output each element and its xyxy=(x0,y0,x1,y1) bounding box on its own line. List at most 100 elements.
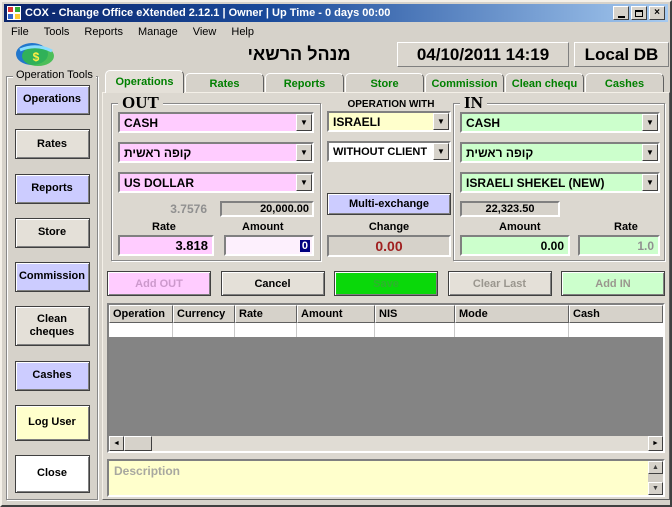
out-rate-input[interactable]: 3.818 xyxy=(118,235,214,256)
out-currency-select[interactable]: US DOLLAR ▼ xyxy=(118,172,314,193)
out-amount-input[interactable]: 0 xyxy=(224,235,314,256)
tab-commission[interactable]: Commission xyxy=(425,73,504,93)
multi-exchange-button[interactable]: Multi-exchange xyxy=(327,193,451,215)
table-empty-area xyxy=(109,337,663,436)
col-currency[interactable]: Currency xyxy=(173,305,235,323)
out-currency-value: US DOLLAR xyxy=(124,176,194,190)
operations-table: Operation Currency Rate Amount NIS Mode … xyxy=(107,303,665,453)
tab-clean-cheques[interactable]: Clean chequ xyxy=(505,73,584,93)
in-legend: IN xyxy=(460,93,487,113)
sidebar-clean-cheques-button[interactable]: Clean cheques xyxy=(15,306,90,346)
operation-tools-group: Operation Tools Operations Rates Reports… xyxy=(6,76,98,500)
chevron-down-icon[interactable]: ▼ xyxy=(296,114,312,131)
sidebar-store-button[interactable]: Store xyxy=(15,218,90,248)
app-window: COX - Change Office eXtended 2.12.1 | Ow… xyxy=(0,0,672,507)
in-amount-input[interactable]: 0.00 xyxy=(460,235,570,256)
clear-last-button[interactable]: Clear Last xyxy=(448,271,552,296)
chevron-down-icon[interactable]: ▼ xyxy=(642,174,658,191)
menu-help[interactable]: Help xyxy=(231,26,254,38)
nationality-select[interactable]: ISRAELI ▼ xyxy=(327,111,451,132)
save-button[interactable]: Save xyxy=(334,271,438,296)
sidebar-cashes-button[interactable]: Cashes xyxy=(15,361,90,391)
client-select[interactable]: WITHOUT CLIENT ▼ xyxy=(327,141,451,162)
out-base-rate: 3.7576 xyxy=(142,202,207,216)
col-cash[interactable]: Cash xyxy=(569,305,663,323)
scroll-left-icon[interactable]: ◄ xyxy=(109,436,124,451)
chevron-down-icon[interactable]: ▼ xyxy=(296,144,312,161)
in-type-select[interactable]: CASH ▼ xyxy=(460,112,660,133)
add-out-button[interactable]: Add OUT xyxy=(107,271,211,296)
db-status: Local DB xyxy=(574,42,669,67)
tab-operations[interactable]: Operations xyxy=(105,70,184,93)
tab-store[interactable]: Store xyxy=(345,73,424,93)
tab-rates[interactable]: Rates xyxy=(185,73,264,93)
out-balance-field: 20,000.00 xyxy=(220,201,314,217)
in-balance-field: 22,323.50 xyxy=(460,201,560,217)
menu-bar: File Tools Reports Manage View Help xyxy=(4,22,668,41)
sidebar-reports-button[interactable]: Reports xyxy=(15,174,90,204)
in-currency-select[interactable]: ISRAELI SHEKEL (NEW) ▼ xyxy=(460,172,660,193)
sidebar: Operations Rates Reports Store Commissio… xyxy=(15,85,89,493)
svg-text:$: $ xyxy=(33,50,40,64)
sidebar-rates-button[interactable]: Rates xyxy=(15,129,90,159)
chevron-down-icon[interactable]: ▼ xyxy=(433,113,449,130)
col-rate[interactable]: Rate xyxy=(235,305,297,323)
menu-reports[interactable]: Reports xyxy=(84,26,123,38)
sidebar-log-user-button[interactable]: Log User xyxy=(15,405,90,441)
table-header-row: Operation Currency Rate Amount NIS Mode … xyxy=(109,305,663,323)
in-register-value: קופה ראשית xyxy=(466,146,533,160)
close-window-button[interactable]: × xyxy=(649,6,665,20)
scroll-up-icon[interactable]: ▲ xyxy=(648,461,663,474)
menu-view[interactable]: View xyxy=(193,26,217,38)
sidebar-commission-button[interactable]: Commission xyxy=(15,262,90,292)
operations-panel: OUT CASH ▼ קופה ראשית ▼ US DOLLAR ▼ 3.75… xyxy=(102,92,670,500)
out-type-select[interactable]: CASH ▼ xyxy=(118,112,314,133)
tab-cashes[interactable]: Cashes xyxy=(585,73,664,93)
out-rate-label: Rate xyxy=(152,221,176,233)
description-box[interactable]: Description ▲ ▼ xyxy=(107,459,665,497)
col-nis[interactable]: NIS xyxy=(375,305,455,323)
sidebar-close-button[interactable]: Close xyxy=(15,455,90,493)
vertical-scrollbar[interactable]: ▲ ▼ xyxy=(648,461,663,495)
menu-file[interactable]: File xyxy=(11,26,29,38)
add-in-button[interactable]: Add IN xyxy=(561,271,665,296)
header: $ מנהל הרשאי 04/10/2011 14:19 Local DB xyxy=(4,41,668,70)
col-amount[interactable]: Amount xyxy=(297,305,375,323)
out-legend: OUT xyxy=(118,93,163,113)
chevron-down-icon[interactable]: ▼ xyxy=(642,114,658,131)
in-group: IN CASH ▼ קופה ראשית ▼ ISRAELI SHEKEL (N… xyxy=(453,103,665,261)
in-rate-input[interactable]: 1.0 xyxy=(578,235,660,256)
close-icon: × xyxy=(654,8,660,18)
in-type-value: CASH xyxy=(466,116,500,130)
scroll-right-icon[interactable]: ► xyxy=(648,436,663,451)
client-value: WITHOUT CLIENT xyxy=(333,146,427,158)
action-button-row: Add OUT Cancel Save Clear Last Add IN xyxy=(107,271,665,297)
operation-tools-label: Operation Tools xyxy=(13,69,96,81)
datetime-display: 04/10/2011 14:19 xyxy=(397,42,569,67)
out-amount-label: Amount xyxy=(242,221,284,233)
in-register-select[interactable]: קופה ראשית ▼ xyxy=(460,142,660,163)
menu-manage[interactable]: Manage xyxy=(138,26,178,38)
horizontal-scrollbar[interactable]: ◄ ► xyxy=(109,436,663,451)
selected-text: 0 xyxy=(300,240,310,252)
scroll-down-icon[interactable]: ▼ xyxy=(648,482,663,495)
window-title: COX - Change Office eXtended 2.12.1 | Ow… xyxy=(25,7,611,19)
scrollbar-thumb[interactable] xyxy=(124,436,152,451)
cancel-button[interactable]: Cancel xyxy=(221,271,325,296)
out-register-select[interactable]: קופה ראשית ▼ xyxy=(118,142,314,163)
change-label: Change xyxy=(335,221,443,233)
menu-tools[interactable]: Tools xyxy=(44,26,70,38)
description-placeholder[interactable]: Description xyxy=(109,461,648,495)
sidebar-operations-button[interactable]: Operations xyxy=(15,85,90,115)
maximize-button[interactable] xyxy=(631,6,647,20)
col-mode[interactable]: Mode xyxy=(455,305,569,323)
chevron-down-icon[interactable]: ▼ xyxy=(642,144,658,161)
chevron-down-icon[interactable]: ▼ xyxy=(296,174,312,191)
tab-reports[interactable]: Reports xyxy=(265,73,344,93)
maximize-icon xyxy=(635,10,643,17)
chevron-down-icon[interactable]: ▼ xyxy=(433,143,449,160)
change-value-field: 0.00 xyxy=(327,235,451,257)
table-row[interactable] xyxy=(109,323,663,337)
col-operation[interactable]: Operation xyxy=(109,305,173,323)
minimize-button[interactable] xyxy=(613,6,629,20)
